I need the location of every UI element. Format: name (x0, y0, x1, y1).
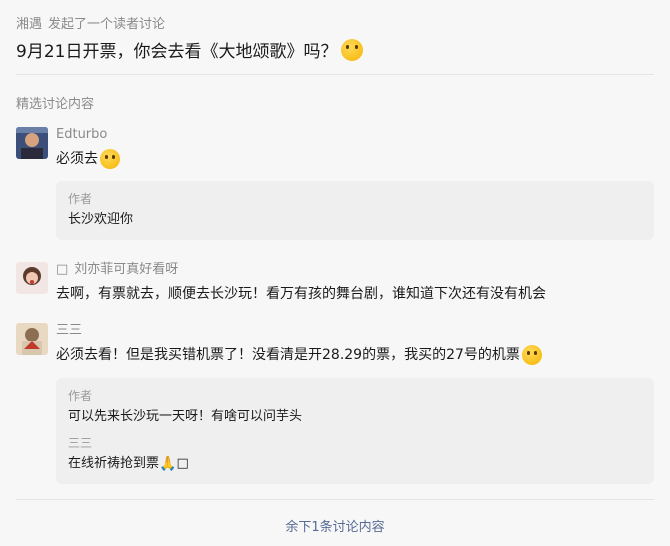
author-reply-box: 作者 长沙欢迎你 (56, 181, 654, 240)
reply-thread-box: 作者 可以先来长沙玩一天呀！有啥可以问芋头 三三 在线祈祷抢到票 🙏 □ (56, 378, 654, 484)
avatar[interactable] (16, 127, 48, 159)
comment-text: 去啊，有票就去，顺便去长沙玩！看万有孩的舞台剧，谁知道下次还有没有机会 (56, 286, 546, 302)
grinning-face-emoji-icon (341, 38, 364, 61)
avatar[interactable] (16, 323, 48, 355)
title-text: 9月21日开票，你会去看《大地颂歌》吗？ (16, 42, 338, 62)
divider (16, 74, 654, 75)
reply-label: 作者 (68, 192, 93, 206)
discussion-title: 9月21日开票，你会去看《大地颂歌》吗？ (16, 37, 364, 62)
grinning-squint-emoji-icon (100, 149, 120, 169)
header-action-text: 发起了一个读者讨论 (48, 17, 166, 32)
commenter-name[interactable]: Edturbo (56, 127, 654, 143)
reply-label: 作者 (68, 389, 93, 403)
name-prefix-glyph: □ (56, 262, 69, 277)
author-name[interactable]: 湘遇 (16, 17, 42, 32)
reply-text: 在线祈祷抢到票 🙏 □ (68, 456, 189, 472)
reply-label: 三三 (68, 436, 93, 450)
pray-emoji-icon: 🙏 (159, 456, 177, 472)
section-label: 精选讨论内容 (16, 97, 95, 112)
more-comments-link[interactable]: 余下1条讨论内容 (0, 516, 670, 535)
avatar[interactable] (16, 262, 48, 294)
discussion-panel: 湘遇 发起了一个读者讨论 9月21日开票，你会去看《大地颂歌》吗？ 精选讨论内容 … (0, 0, 670, 546)
reply-text: 可以先来长沙玩一天呀！有啥可以问芋头 (68, 409, 303, 424)
reply-text: 长沙欢迎你 (68, 212, 134, 227)
sweat-face-emoji-icon (521, 345, 542, 365)
discussion-header: 湘遇 发起了一个读者讨论 (16, 13, 165, 32)
suffix-glyph: □ (176, 456, 189, 471)
commenter-name[interactable]: 三三 (56, 323, 654, 339)
comment-text: 必须去看！但是我买错机票了！没看清是开28.29的票，我买的27号的机票 (56, 345, 654, 365)
divider (16, 499, 654, 500)
commenter-name[interactable]: □ 刘亦菲可真好看呀 (56, 262, 654, 278)
comment-text: 必须去 (56, 149, 654, 169)
